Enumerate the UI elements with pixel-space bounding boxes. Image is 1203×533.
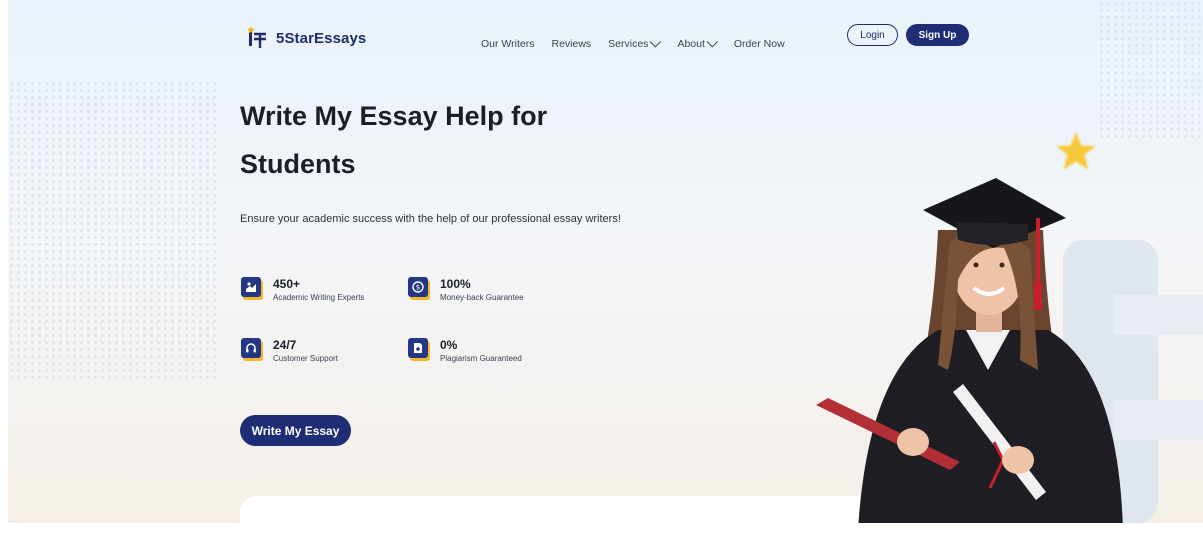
write-my-essay-button[interactable]: Write My Essay	[240, 415, 351, 446]
page-title: Write My Essay Help for Students	[240, 101, 548, 179]
dot-map-decoration-right	[1098, 0, 1203, 140]
nav-label: Order Now	[733, 38, 785, 50]
logo-icon	[247, 26, 266, 48]
headset-icon	[241, 338, 261, 358]
star-icon	[1056, 132, 1096, 170]
feature-support: 24/7 Customer Support	[241, 338, 338, 363]
dot-map-decoration	[8, 80, 218, 380]
chevron-down-icon	[650, 36, 662, 48]
nav-label: Services	[608, 38, 649, 50]
hero-section: 5StarEssays Our Writers Reviews Services…	[8, 0, 1203, 523]
feature-writers: 450+ Academic Writing Experts	[241, 277, 364, 302]
chevron-down-icon	[706, 36, 718, 48]
feature-money-back: $ 100% Money-back Guarantee	[408, 277, 524, 302]
graduate-student-image	[816, 178, 1123, 523]
nav-label: Our Writers	[481, 38, 535, 50]
nav-services[interactable]: Services	[608, 36, 662, 50]
brand-name: 5StarEssays	[276, 29, 367, 47]
nav-reviews[interactable]: Reviews	[551, 38, 591, 50]
feature-plagiarism: 0% Plagiarism Guaranteed	[408, 338, 522, 363]
feature-label: Plagiarism Guaranteed	[440, 354, 522, 363]
brand-logo[interactable]: 5StarEssays	[246, 26, 366, 50]
feature-value: 100%	[440, 277, 471, 291]
signup-button[interactable]: Sign Up	[906, 24, 969, 46]
nav-label: About	[677, 38, 705, 50]
feature-value: 0%	[440, 338, 458, 352]
feature-value: 24/7	[273, 338, 297, 352]
feature-label: Academic Writing Experts	[273, 293, 365, 302]
svg-text:$: $	[416, 284, 420, 292]
main-nav: Our Writers Reviews Services About Order…	[481, 36, 785, 50]
money-icon: $	[408, 277, 428, 297]
feature-label: Money-back Guarantee	[440, 293, 524, 302]
feature-value: 450+	[273, 277, 301, 291]
nav-our-writers[interactable]: Our Writers	[481, 38, 534, 50]
feature-label: Customer Support	[273, 354, 338, 363]
nav-order-now[interactable]: Order Now	[734, 38, 785, 50]
hero-subtitle: Ensure your academic success with the he…	[240, 213, 621, 225]
nav-label: Reviews	[551, 38, 592, 50]
writer-icon	[241, 277, 261, 297]
document-icon	[408, 338, 428, 358]
nav-about[interactable]: About	[677, 36, 718, 50]
login-button[interactable]: Login	[847, 24, 898, 46]
